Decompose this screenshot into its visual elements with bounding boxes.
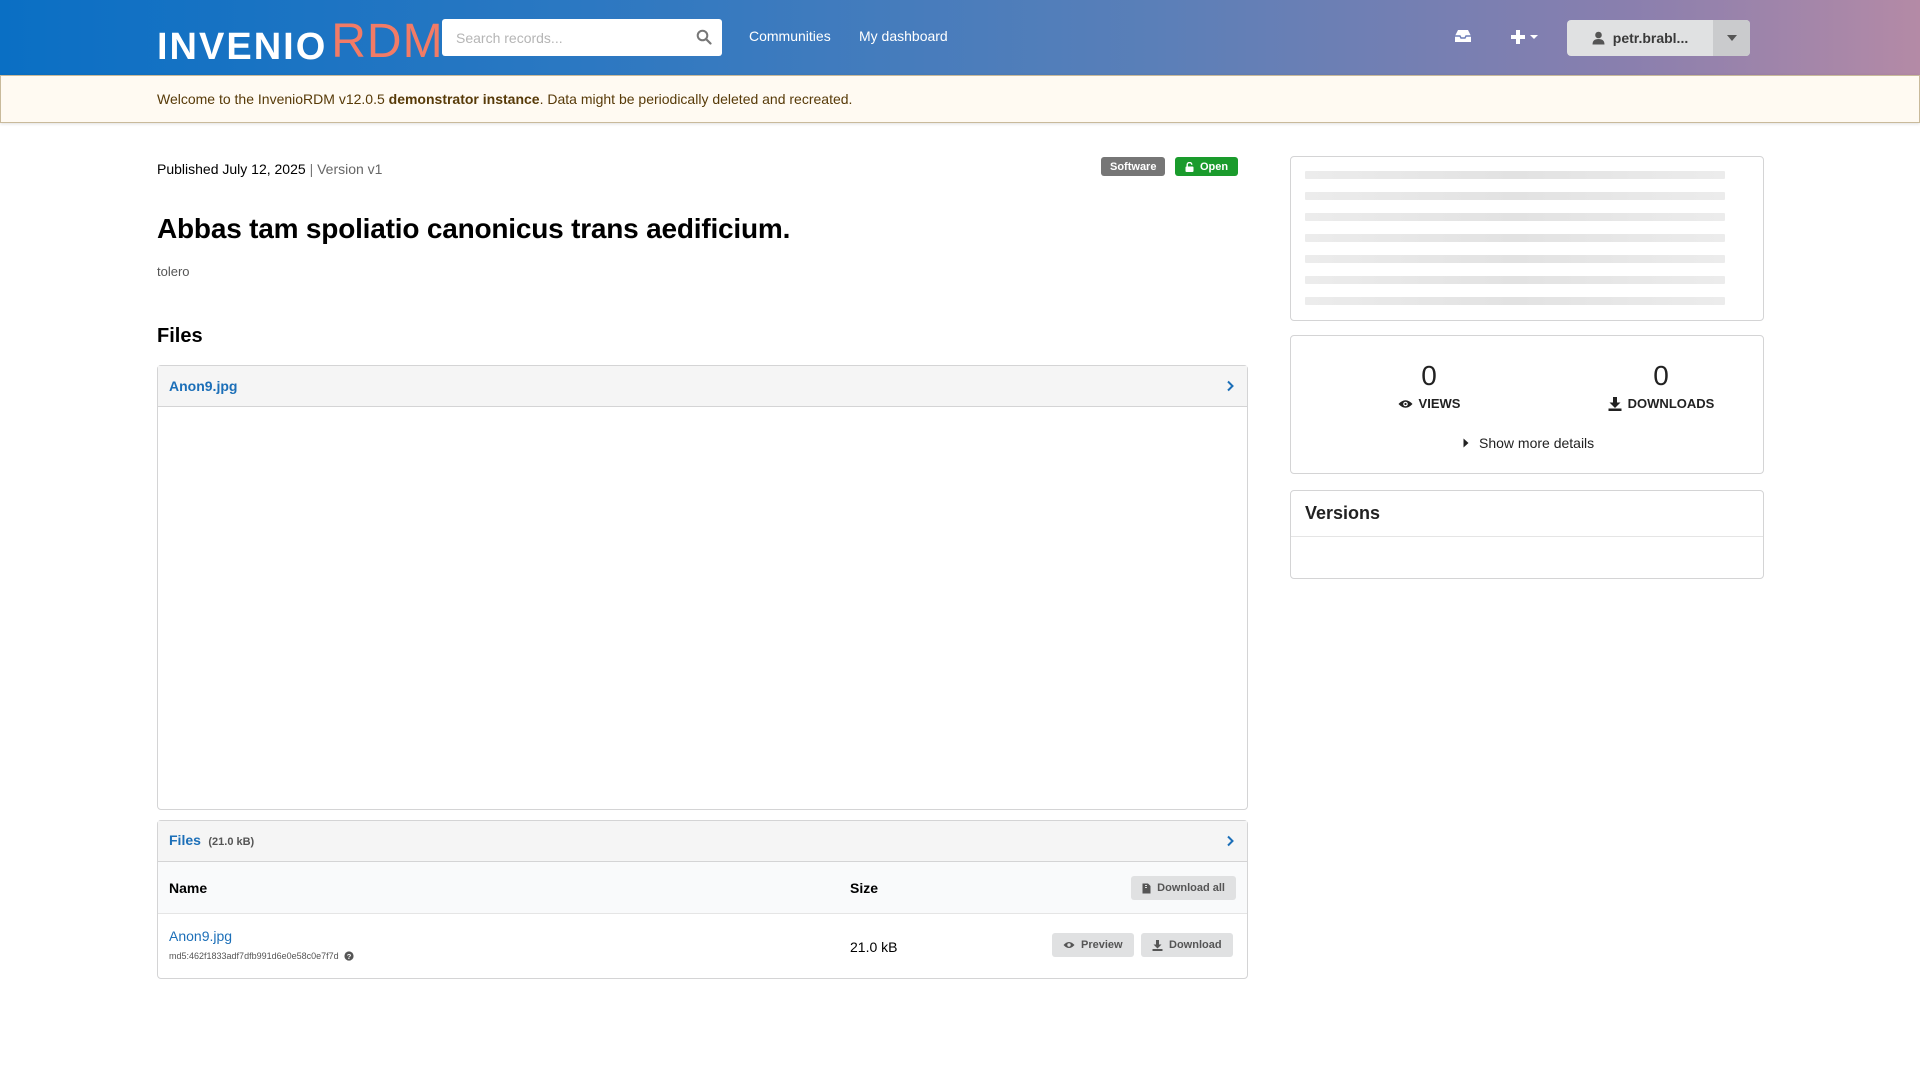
user-icon bbox=[1592, 31, 1605, 45]
preview-filename[interactable]: Anon9.jpg bbox=[169, 378, 237, 394]
demo-instance-banner: Welcome to the InvenioRDM v12.0.5 demons… bbox=[0, 75, 1920, 123]
user-menu-main[interactable]: petr.brabl... bbox=[1567, 20, 1713, 56]
search-box bbox=[442, 19, 722, 56]
logo-text-accent: RDM bbox=[331, 15, 444, 68]
files-list-title[interactable]: Files bbox=[169, 832, 201, 848]
invenio-rdm-logo[interactable]: INVENIO RDM bbox=[157, 12, 444, 68]
file-size: 21.0 kB bbox=[850, 939, 898, 955]
placeholder-line bbox=[1305, 255, 1725, 263]
resource-type-badge[interactable]: Software bbox=[1101, 157, 1166, 176]
caret-right-icon bbox=[1463, 438, 1469, 448]
download-label: Download bbox=[1169, 939, 1222, 951]
file-archive-icon bbox=[1142, 883, 1151, 893]
chevron-right-icon[interactable] bbox=[1225, 835, 1235, 847]
views-count: 0 bbox=[1421, 360, 1437, 391]
access-status-label: Open bbox=[1200, 160, 1229, 173]
checksum-text: md5:462f1833adf7dfb991d6e0e58c0e7f7d bbox=[169, 951, 339, 961]
user-name: petr.brabl... bbox=[1612, 30, 1689, 46]
versions-card: Versions bbox=[1290, 490, 1764, 579]
eye-icon bbox=[1398, 399, 1413, 408]
caret-down-icon bbox=[1726, 35, 1737, 41]
downloads-count: 0 bbox=[1653, 360, 1669, 391]
placeholder-line bbox=[1305, 171, 1725, 179]
views-label: VIEWS bbox=[1418, 396, 1461, 411]
preview-button[interactable]: Preview bbox=[1052, 933, 1134, 957]
downloads-stat: 0 DOWNLOADS bbox=[1571, 362, 1751, 411]
nav-dashboard-link[interactable]: My dashboard bbox=[859, 28, 948, 44]
show-more-details-toggle[interactable]: Show more details bbox=[1463, 435, 1594, 451]
download-icon bbox=[1608, 396, 1622, 411]
placeholder-line bbox=[1305, 192, 1725, 200]
quick-create-menu[interactable] bbox=[1510, 28, 1540, 46]
banner-text-suffix: . Data might be periodically deleted and… bbox=[539, 91, 853, 107]
search-input[interactable] bbox=[442, 19, 682, 56]
placeholder-line bbox=[1305, 297, 1725, 305]
user-menu-dropdown-toggle[interactable] bbox=[1713, 20, 1750, 56]
caret-down-icon bbox=[1530, 35, 1538, 39]
record-version: Version v1 bbox=[317, 161, 383, 177]
placeholder-line bbox=[1305, 213, 1725, 221]
download-all-label: Download all bbox=[1157, 882, 1225, 894]
column-header-name: Name bbox=[169, 880, 208, 896]
show-more-details-label: Show more details bbox=[1479, 435, 1595, 451]
unlock-icon bbox=[1185, 161, 1194, 172]
files-table-header: Name Size Download all bbox=[158, 862, 1247, 914]
file-checksum: md5:462f1833adf7dfb991d6e0e58c0e7f7d ? bbox=[169, 951, 354, 961]
download-icon bbox=[1152, 939, 1163, 951]
publication-date: Published July 12, 2025 bbox=[157, 161, 306, 177]
search-icon[interactable] bbox=[696, 29, 712, 45]
files-section-heading: Files bbox=[157, 325, 203, 347]
banner-text-prefix: Welcome to the InvenioRDM v12.0.5 bbox=[157, 91, 389, 107]
user-menu-button[interactable]: petr.brabl... bbox=[1567, 20, 1750, 56]
banner-text-bold: demonstrator instance bbox=[388, 91, 540, 107]
logo-text-main: INVENIO bbox=[157, 26, 328, 68]
eye-icon bbox=[1063, 942, 1075, 948]
files-list-header[interactable]: Files (21.0 kB) bbox=[158, 821, 1247, 862]
download-all-button[interactable]: Download all bbox=[1131, 876, 1236, 900]
top-navbar: INVENIO RDM Communities My dashboard pet bbox=[0, 0, 1920, 75]
meta-separator: | bbox=[309, 161, 314, 177]
file-preview-panel: Anon9.jpg bbox=[157, 365, 1248, 810]
table-row: Anon9.jpg md5:462f1833adf7dfb991d6e0e58c… bbox=[158, 914, 1247, 978]
record-stats-card: 0 VIEWS 0 DOWNLOADS Show more details bbox=[1290, 335, 1764, 474]
loading-placeholder-card bbox=[1290, 156, 1764, 321]
plus-icon bbox=[1511, 30, 1525, 44]
views-stat: 0 VIEWS bbox=[1339, 362, 1519, 411]
record-title: Abbas tam spoliatio canonicus trans aedi… bbox=[157, 213, 791, 244]
versions-heading: Versions bbox=[1291, 491, 1763, 537]
svg-text:?: ? bbox=[346, 952, 351, 961]
nav-communities-link[interactable]: Communities bbox=[749, 28, 831, 44]
column-header-size: Size bbox=[850, 880, 879, 896]
record-creator[interactable]: tolero bbox=[157, 264, 190, 279]
preview-label: Preview bbox=[1081, 939, 1123, 951]
files-list-panel: Files (21.0 kB) Name Size Download all A… bbox=[157, 820, 1248, 979]
chevron-right-icon[interactable] bbox=[1225, 380, 1235, 392]
record-publication-info: Published July 12, 2025 | Version v1 bbox=[157, 161, 382, 177]
placeholder-line bbox=[1305, 276, 1725, 284]
download-button[interactable]: Download bbox=[1141, 933, 1233, 957]
file-preview-header[interactable]: Anon9.jpg bbox=[158, 366, 1247, 407]
files-total-size: (21.0 kB) bbox=[208, 836, 255, 848]
placeholder-line bbox=[1305, 234, 1725, 242]
file-preview-area bbox=[158, 407, 1247, 809]
inbox-icon[interactable] bbox=[1453, 27, 1473, 45]
downloads-label: DOWNLOADS bbox=[1627, 396, 1715, 411]
access-status-badge[interactable]: Open bbox=[1175, 157, 1239, 176]
file-name-link[interactable]: Anon9.jpg bbox=[169, 928, 232, 944]
question-circle-icon[interactable]: ? bbox=[344, 951, 354, 961]
